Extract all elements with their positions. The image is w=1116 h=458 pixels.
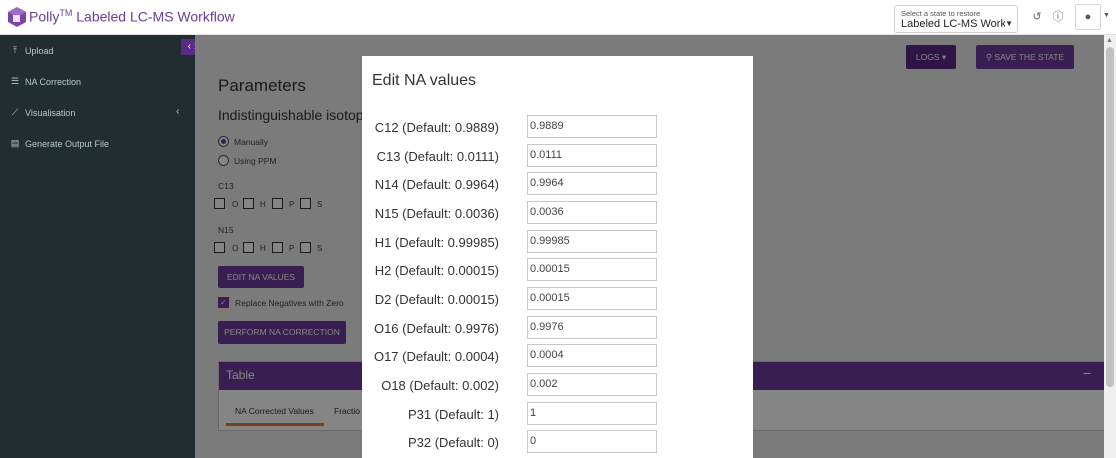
na-input-h2[interactable]: 0.00015 bbox=[527, 258, 657, 281]
scroll-thumb[interactable] bbox=[1106, 47, 1114, 387]
na-input-o18[interactable]: 0.002 bbox=[527, 373, 657, 396]
user-icon: ● bbox=[1084, 11, 1092, 23]
na-row-h2: H2 (Default: 0.00015) 0.00015 bbox=[362, 258, 753, 282]
na-input-o17[interactable]: 0.0004 bbox=[527, 344, 657, 367]
sidebar-item-upload[interactable]: ⤒ Upload bbox=[0, 41, 195, 61]
list-icon: ☰ bbox=[10, 76, 20, 86]
na-input-d2[interactable]: 0.00015 bbox=[527, 287, 657, 310]
state-restore-select[interactable]: Select a state to restore Labeled LC-MS … bbox=[894, 5, 1018, 33]
app-title: PollyTM Labeled LC-MS Workflow bbox=[29, 8, 235, 25]
chart-icon: ⟋ bbox=[11, 107, 19, 117]
na-label: O18 (Default: 0.002) bbox=[381, 378, 499, 393]
sidebar: ⤒ Upload ☰ NA Correction ⟋ Visualisation… bbox=[0, 35, 195, 458]
sidebar-item-label: NA Correction bbox=[25, 77, 82, 87]
na-label: H2 (Default: 0.00015) bbox=[374, 263, 499, 278]
upload-icon: ⤒ bbox=[13, 45, 17, 55]
file-icon: ▤ bbox=[10, 138, 20, 148]
na-label: C13 (Default: 0.0111) bbox=[376, 149, 499, 164]
sidebar-item-label: Generate Output File bbox=[25, 139, 110, 149]
na-label: P32 (Default: 0) bbox=[407, 435, 499, 450]
state-select-label: Select a state to restore bbox=[901, 9, 981, 18]
sidebar-item-label: Upload bbox=[25, 46, 54, 56]
sidebar-item-generate-output[interactable]: ▤ Generate Output File bbox=[0, 134, 195, 154]
history-icon[interactable]: ↺ bbox=[1030, 10, 1044, 24]
na-row-o16: O16 (Default: 0.9976) 0.9976 bbox=[362, 316, 753, 340]
na-input-o16[interactable]: 0.9976 bbox=[527, 316, 657, 339]
na-row-c13: C13 (Default: 0.0111) 0.0111 bbox=[362, 144, 753, 168]
na-row-o17: O17 (Default: 0.0004) 0.0004 bbox=[362, 344, 753, 368]
na-row-h1: H1 (Default: 0.99985) 0.99985 bbox=[362, 230, 753, 254]
na-row-p32: P32 (Default: 0) 0 bbox=[362, 430, 753, 454]
user-menu-button[interactable]: ● bbox=[1075, 4, 1101, 30]
edit-na-values-modal: Edit NA values C12 (Default: 0.9889) 0.9… bbox=[362, 56, 753, 458]
na-row-n15: N15 (Default: 0.0036) 0.0036 bbox=[362, 201, 753, 225]
na-input-c13[interactable]: 0.0111 bbox=[527, 144, 657, 167]
na-label: C12 (Default: 0.9889) bbox=[374, 120, 499, 135]
na-row-o18: O18 (Default: 0.002) 0.002 bbox=[362, 373, 753, 397]
na-label: N14 (Default: 0.9964) bbox=[374, 177, 499, 192]
na-input-p32[interactable]: 0 bbox=[527, 430, 657, 453]
na-input-n15[interactable]: 0.0036 bbox=[527, 201, 657, 224]
na-label: D2 (Default: 0.00015) bbox=[374, 292, 499, 307]
na-label: O16 (Default: 0.9976) bbox=[373, 321, 499, 336]
na-row-n14: N14 (Default: 0.9964) 0.9964 bbox=[362, 172, 753, 196]
na-label: H1 (Default: 0.99985) bbox=[374, 235, 499, 250]
chevron-left-icon: ‹ bbox=[176, 106, 180, 117]
sidebar-item-label: Visualisation bbox=[25, 108, 76, 118]
na-row-p31: P31 (Default: 1) 1 bbox=[362, 402, 753, 426]
na-input-h1[interactable]: 0.99985 bbox=[527, 230, 657, 253]
top-header: PollyTM Labeled LC-MS Workflow Select a … bbox=[0, 0, 1116, 35]
state-select-value: Labeled LC-MS Workflow bbox=[901, 18, 1005, 30]
page-scrollbar[interactable]: ▲ bbox=[1104, 35, 1116, 458]
user-menu-caret-icon[interactable]: ▼ bbox=[1103, 12, 1110, 19]
na-input-n14[interactable]: 0.9964 bbox=[527, 172, 657, 195]
na-input-c12[interactable]: 0.9889 bbox=[527, 115, 657, 138]
chevron-down-icon: ▼ bbox=[1005, 19, 1013, 28]
polly-logo-icon bbox=[8, 7, 26, 27]
sidebar-item-na-correction[interactable]: ☰ NA Correction bbox=[0, 72, 195, 92]
sidebar-item-visualisation[interactable]: ⟋ Visualisation ‹ bbox=[0, 103, 195, 123]
info-icon[interactable]: ⓘ bbox=[1051, 10, 1065, 24]
na-input-p31[interactable]: 1 bbox=[527, 402, 657, 425]
na-label: N15 (Default: 0.0036) bbox=[374, 206, 499, 221]
na-row-c12: C12 (Default: 0.9889) 0.9889 bbox=[362, 115, 753, 139]
na-row-d2: D2 (Default: 0.00015) 0.00015 bbox=[362, 287, 753, 311]
na-label: P31 (Default: 1) bbox=[407, 407, 499, 422]
scroll-up-icon[interactable]: ▲ bbox=[1106, 37, 1113, 44]
na-label: O17 (Default: 0.0004) bbox=[373, 349, 499, 364]
modal-title: Edit NA values bbox=[372, 72, 477, 89]
